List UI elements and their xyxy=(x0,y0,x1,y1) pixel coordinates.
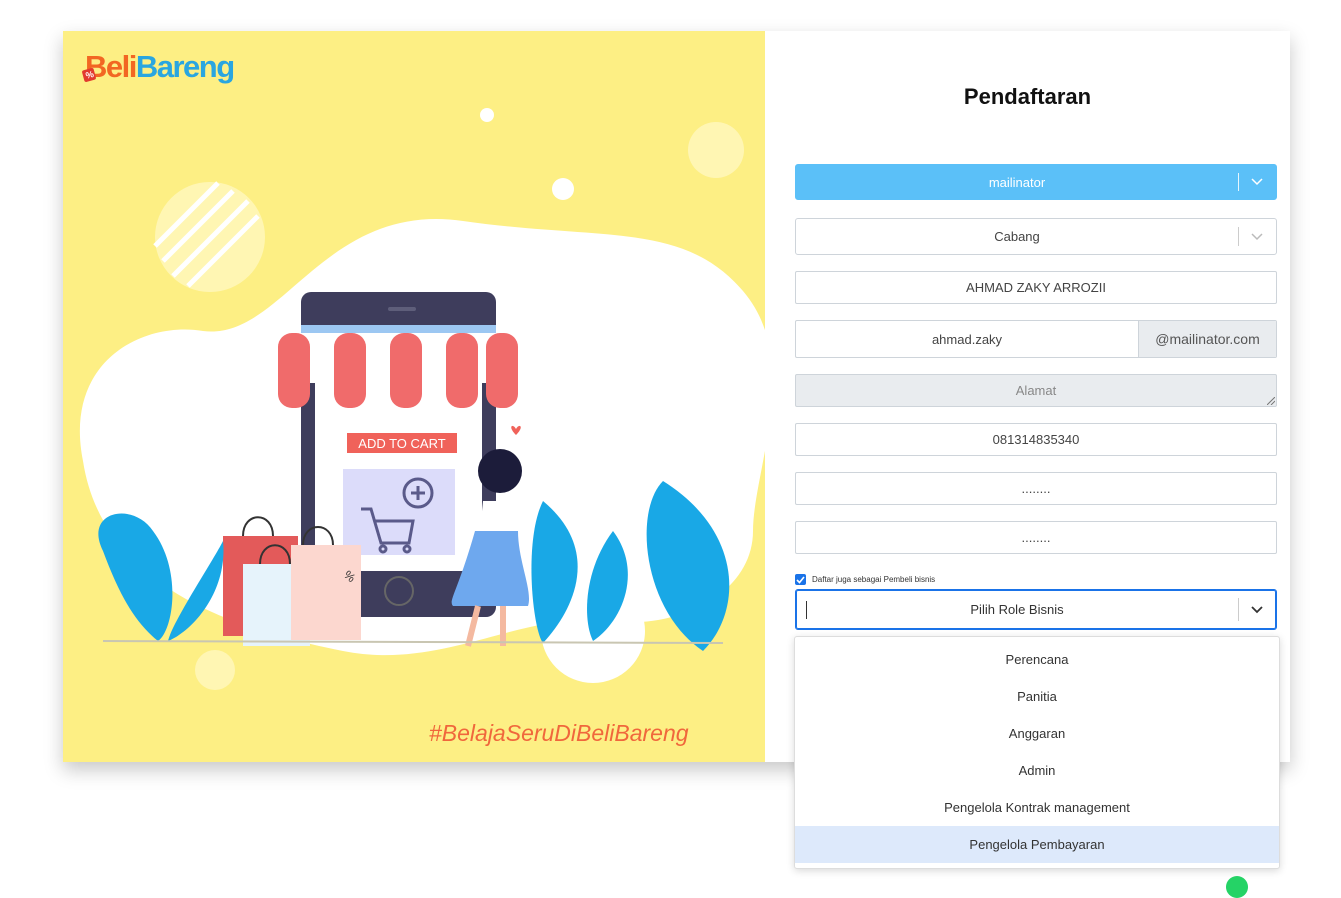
belibareng-logo[interactable]: % BeliBareng xyxy=(81,49,235,85)
hero-panel: ADD TO CART % % BeliBareng #BelajaSeruDi… xyxy=(63,31,765,762)
hero-hashtag: #BelajaSeruDiBeliBareng xyxy=(429,720,689,746)
password-confirm-input[interactable]: ........ xyxy=(795,521,1277,554)
add-to-cart-label: ADD TO CART xyxy=(358,436,445,451)
full-name-input[interactable]: AHMAD ZAKY ARROZII xyxy=(795,271,1277,304)
role-option-pembayaran[interactable]: Pengelola Pembayaran xyxy=(795,826,1279,863)
shopping-illustration: ADD TO CART % xyxy=(79,108,765,690)
email-username-input[interactable]: ahmad.zaky xyxy=(796,321,1139,357)
logo-bareng: Bareng xyxy=(135,49,235,84)
address-placeholder: Alamat xyxy=(1015,383,1057,398)
whatsapp-icon[interactable] xyxy=(1226,876,1248,898)
phone-input[interactable]: 081314835340 xyxy=(795,423,1277,456)
role-option-anggaran[interactable]: Anggaran xyxy=(795,715,1279,752)
address-textarea[interactable]: Alamat xyxy=(795,374,1277,407)
business-role-placeholder: Pilih Role Bisnis xyxy=(970,602,1064,617)
role-dropdown-menu: Perencana Panitia Anggaran Admin Pengelo… xyxy=(794,636,1280,869)
company-select[interactable]: mailinator xyxy=(795,164,1277,200)
role-option-kontrak[interactable]: Pengelola Kontrak management xyxy=(795,789,1279,826)
business-buyer-checkbox-row[interactable]: Daftar juga sebagai Pembeli bisnis xyxy=(795,574,935,585)
branch-select[interactable]: Cabang xyxy=(795,218,1277,255)
role-option-panitia[interactable]: Panitia xyxy=(795,678,1279,715)
chevron-down-icon[interactable] xyxy=(1238,590,1276,629)
role-option-admin[interactable]: Admin xyxy=(795,752,1279,789)
branch-select-value: Cabang xyxy=(994,229,1040,244)
email-domain-suffix: @mailinator.com xyxy=(1139,321,1276,357)
email-input-group: ahmad.zaky @mailinator.com xyxy=(795,320,1277,358)
resize-handle-icon[interactable] xyxy=(1267,397,1275,405)
checkbox-checked-icon[interactable] xyxy=(795,574,806,585)
chevron-down-icon[interactable] xyxy=(1238,165,1276,199)
role-option-perencana[interactable]: Perencana xyxy=(795,641,1279,678)
chevron-down-icon[interactable] xyxy=(1238,219,1276,254)
business-role-select[interactable]: Pilih Role Bisnis xyxy=(795,589,1277,630)
page-title: Pendaftaran xyxy=(963,84,1092,109)
company-select-value: mailinator xyxy=(988,174,1046,190)
business-buyer-checkbox-label: Daftar juga sebagai Pembeli bisnis xyxy=(812,575,936,584)
password-input[interactable]: ........ xyxy=(795,472,1277,505)
